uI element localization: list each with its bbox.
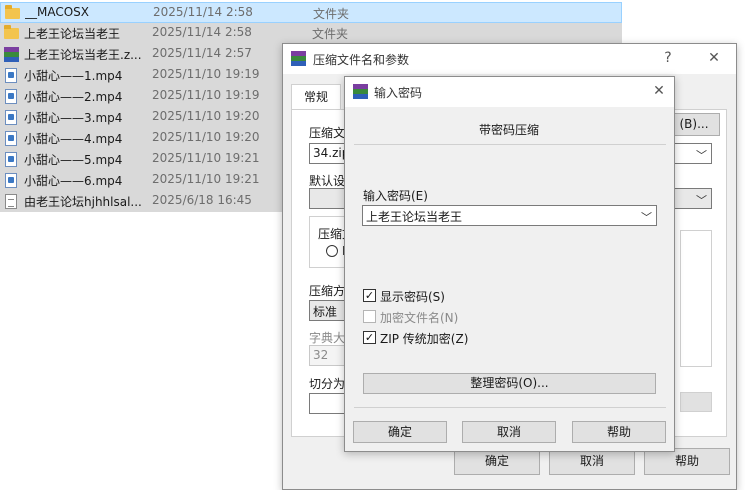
file-name: 小甜心——6.mp4 bbox=[24, 174, 123, 188]
file-name: 小甜心——1.mp4 bbox=[24, 69, 123, 83]
format-radio[interactable] bbox=[326, 245, 338, 257]
winrar-app-icon bbox=[353, 84, 368, 99]
file-date: 2025/11/10 19:20 bbox=[152, 109, 260, 123]
dictionary-value: 32 bbox=[313, 348, 329, 362]
file-name: __MACOSX bbox=[25, 5, 90, 19]
file-name: 小甜心——2.mp4 bbox=[24, 90, 123, 104]
chevron-down-icon: ﹀ bbox=[641, 211, 652, 224]
ok-button[interactable]: 确定 bbox=[454, 448, 540, 475]
show-password-label: 显示密码(S) bbox=[380, 290, 445, 304]
file-date: 2025/11/14 2:58 bbox=[153, 5, 253, 19]
split-label: 切分为 bbox=[309, 377, 346, 391]
encrypt-filenames-label: 加密文件名(N) bbox=[380, 311, 459, 325]
show-password-checkbox[interactable]: ✓ bbox=[363, 289, 376, 302]
password-input[interactable]: 上老王论坛当老王 ﹀ bbox=[362, 205, 657, 226]
file-type: 文件夹 bbox=[312, 27, 349, 41]
password-group bbox=[354, 144, 666, 406]
file-date: 2025/11/10 19:21 bbox=[152, 151, 260, 165]
folder-icon bbox=[5, 5, 20, 19]
file-type: 文件夹 bbox=[313, 7, 350, 21]
video-file-icon bbox=[5, 68, 17, 83]
archive-name-label: 压缩文 bbox=[309, 126, 346, 140]
password-value: 上老王论坛当老王 bbox=[366, 210, 463, 224]
default-settings-label: 默认设 bbox=[309, 174, 346, 188]
help-button[interactable]: 帮助 bbox=[644, 448, 730, 475]
file-name: 上老王论坛当老王.z... bbox=[24, 48, 142, 62]
password-label: 输入密码(E) bbox=[363, 189, 428, 203]
chevron-down-icon: ﹀ bbox=[696, 149, 707, 162]
text-file-icon bbox=[5, 194, 17, 209]
browse-button[interactable]: (B)... bbox=[668, 113, 720, 136]
file-date: 2025/11/10 19:20 bbox=[152, 130, 260, 144]
rar-archive-icon bbox=[4, 47, 19, 62]
file-date: 2025/11/10 19:21 bbox=[152, 172, 260, 186]
video-file-icon bbox=[5, 89, 17, 104]
video-file-icon bbox=[5, 152, 17, 167]
archive-params-titlebar[interactable]: 压缩文件名和参数 ? ✕ bbox=[283, 44, 736, 74]
winrar-app-icon bbox=[291, 51, 306, 66]
password-dialog-title: 输入密码 bbox=[374, 86, 423, 100]
tab-general[interactable]: 常规 bbox=[291, 84, 341, 110]
password-ok-button[interactable]: 确定 bbox=[353, 421, 447, 443]
file-name: 由老王论坛hjhhlsal... bbox=[24, 195, 142, 209]
file-row[interactable]: __MACOSX 2025/11/14 2:58 文件夹 bbox=[0, 2, 622, 23]
dictionary-label: 字典大 bbox=[309, 331, 346, 345]
file-date: 2025/6/18 16:45 bbox=[152, 193, 252, 207]
archive-params-title: 压缩文件名和参数 bbox=[313, 53, 410, 67]
close-icon[interactable]: ✕ bbox=[703, 48, 725, 68]
password-help-button[interactable]: 帮助 bbox=[572, 421, 666, 443]
file-date: 2025/11/14 2:58 bbox=[152, 25, 252, 39]
help-icon[interactable]: ? bbox=[657, 48, 679, 68]
password-heading: 带密码压缩 bbox=[479, 123, 540, 137]
organize-passwords-button[interactable]: 整理密码(O)... bbox=[363, 373, 656, 394]
method-label: 压缩方 bbox=[309, 284, 346, 298]
password-titlebar[interactable]: 输入密码 ✕ bbox=[345, 77, 674, 107]
video-file-icon bbox=[5, 110, 17, 125]
group-bottom-divider bbox=[354, 407, 666, 408]
method-value: 标准 bbox=[313, 305, 338, 319]
folder-icon bbox=[4, 25, 19, 39]
encrypt-filenames-checkbox[interactable] bbox=[363, 310, 376, 323]
video-file-icon bbox=[5, 131, 17, 146]
file-row[interactable]: 上老王论坛当老王 2025/11/14 2:58 文件夹 bbox=[0, 23, 622, 44]
zip-legacy-encryption-label: ZIP 传统加密(Z) bbox=[380, 332, 469, 346]
set-password-button-edge[interactable] bbox=[680, 392, 712, 412]
file-name: 小甜心——3.mp4 bbox=[24, 111, 123, 125]
zip-legacy-encryption-checkbox[interactable]: ✓ bbox=[363, 331, 376, 344]
password-dialog: 输入密码 ✕ 带密码压缩 输入密码(E) 上老王论坛当老王 ﹀ ✓ 显示密码(S… bbox=[344, 76, 675, 452]
file-name: 小甜心——5.mp4 bbox=[24, 153, 123, 167]
file-name: 上老王论坛当老王 bbox=[24, 27, 121, 41]
close-icon[interactable]: ✕ bbox=[648, 81, 670, 101]
file-date: 2025/11/10 19:19 bbox=[152, 88, 260, 102]
password-cancel-button[interactable]: 取消 bbox=[462, 421, 556, 443]
file-date: 2025/11/10 19:19 bbox=[152, 67, 260, 81]
file-date: 2025/11/14 2:57 bbox=[152, 46, 252, 60]
cancel-button[interactable]: 取消 bbox=[549, 448, 635, 475]
chevron-down-icon: ﹀ bbox=[696, 194, 707, 207]
options-panel bbox=[680, 230, 712, 367]
file-name: 小甜心——4.mp4 bbox=[24, 132, 123, 146]
video-file-icon bbox=[5, 173, 17, 188]
